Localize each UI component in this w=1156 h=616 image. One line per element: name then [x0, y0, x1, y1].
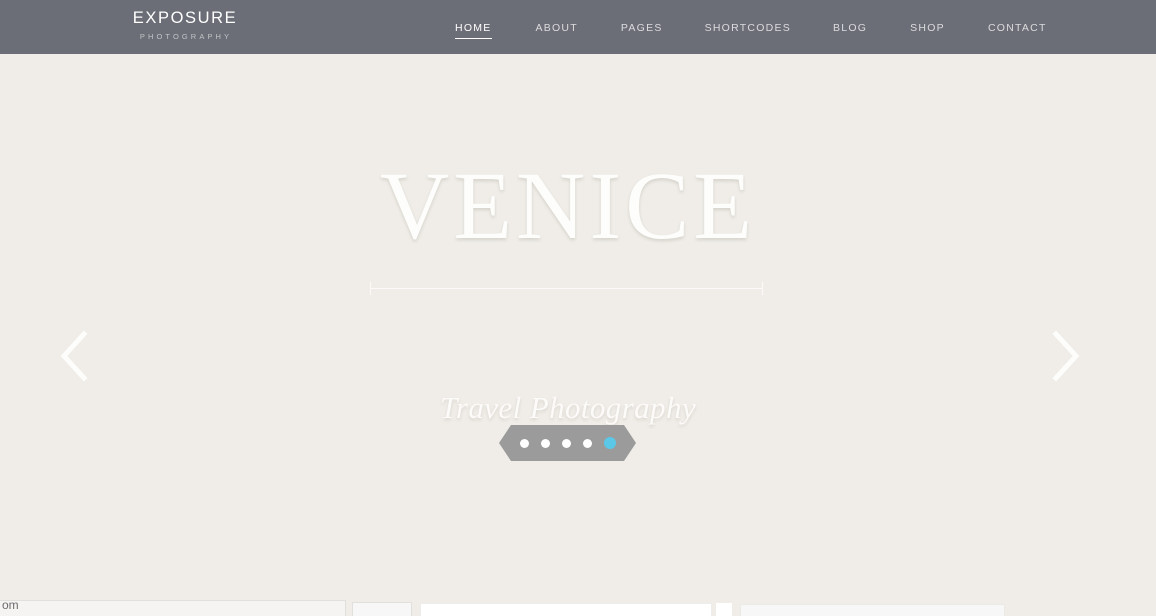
slider-pagination	[499, 425, 636, 461]
pagination-dot-5-active[interactable]	[603, 437, 616, 449]
chevron-left-icon	[52, 326, 100, 386]
page-root: EXPOSURE PHOTOGRAPHY HOME ABOUT PAGES SH…	[0, 0, 1156, 616]
below-fold-section	[0, 592, 1156, 616]
hero-subtitle: Travel Photography	[439, 390, 697, 425]
nav-item-blog[interactable]: BLOG	[833, 18, 867, 38]
chevron-right-icon	[1040, 326, 1088, 386]
site-logo[interactable]: EXPOSURE PHOTOGRAPHY	[120, 9, 250, 43]
below-fold-partial-text: om	[2, 598, 19, 612]
divider-cap-right	[762, 282, 763, 295]
nav-item-shop[interactable]: SHOP	[910, 18, 945, 38]
slider-next-button[interactable]	[1040, 326, 1088, 386]
content-card-2[interactable]	[352, 602, 412, 616]
pagination-dot-3[interactable]	[561, 438, 571, 448]
nav-item-home[interactable]: HOME	[455, 18, 492, 38]
divider-line	[370, 288, 763, 289]
main-navigation: HOME ABOUT PAGES SHORTCODES BLOG SHOP CO…	[455, 0, 1047, 54]
hero-slider: VENICE Travel Photography	[0, 54, 1156, 592]
nav-item-about[interactable]: ABOUT	[536, 18, 578, 38]
logo-title: EXPOSURE	[132, 9, 238, 27]
hero-slide: VENICE Travel Photography	[0, 54, 1156, 592]
pagination-dot-1[interactable]	[519, 438, 529, 448]
site-header: EXPOSURE PHOTOGRAPHY HOME ABOUT PAGES SH…	[0, 0, 1156, 54]
pagination-dots	[519, 437, 616, 449]
nav-item-pages[interactable]: PAGES	[621, 18, 663, 38]
content-card-3[interactable]	[420, 603, 712, 616]
hero-title: VENICE	[380, 152, 756, 259]
hero-divider	[370, 282, 763, 296]
content-card-5[interactable]	[740, 604, 1005, 616]
pagination-dot-2[interactable]	[540, 438, 550, 448]
content-card-4[interactable]	[716, 603, 732, 616]
slider-prev-button[interactable]	[52, 326, 100, 386]
pagination-dot-4[interactable]	[582, 438, 592, 448]
nav-item-contact[interactable]: CONTACT	[988, 18, 1047, 38]
content-card-1[interactable]	[0, 600, 346, 616]
nav-item-shortcodes[interactable]: SHORTCODES	[705, 18, 791, 38]
logo-subtitle: PHOTOGRAPHY	[139, 32, 233, 41]
